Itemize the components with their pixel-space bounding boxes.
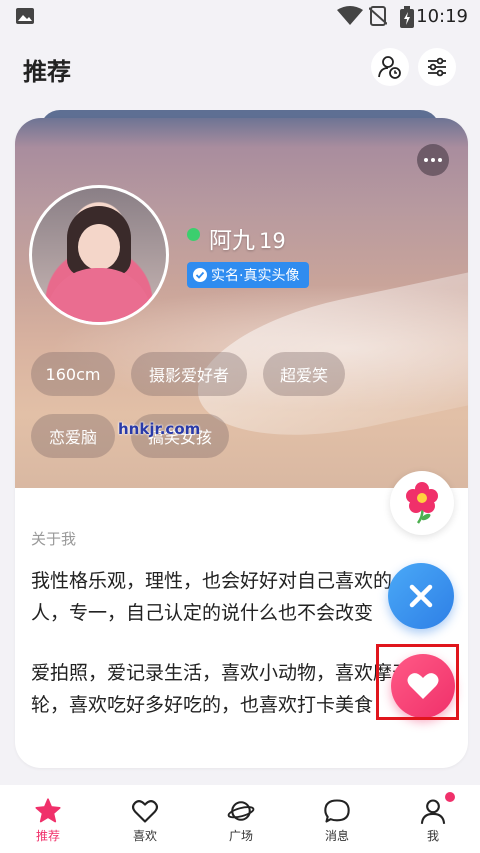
about-section: 关于我 我性格乐观，理性，也会好好对自己喜欢的 人，专一，自己认定的说什么也不会… [15, 488, 468, 768]
profile-background-photo: 阿九 19 实名·真实头像 160cm 摄影爱好者 超爱笑 恋爱脑 搞笑女孩 [15, 118, 468, 488]
header: 推荐 [0, 34, 480, 104]
verification-badge: 实名·真实头像 [187, 262, 310, 288]
tag-item: 超爱笑 [263, 352, 345, 396]
tag-item: 160cm [31, 352, 115, 396]
profile-name-text: 阿九 [209, 228, 255, 254]
nav-label: 我 [426, 829, 439, 843]
status-time: 10:19 [416, 6, 468, 27]
nav-item-likes[interactable]: 喜欢 [97, 785, 193, 853]
visitor-history-button[interactable] [371, 48, 409, 86]
bottom-nav: 推荐 喜欢 广场 消息 我 [0, 785, 480, 853]
about-label: 关于我 [31, 530, 77, 548]
verification-text: 实名·真实头像 [211, 268, 300, 284]
wifi-icon [337, 6, 363, 25]
highlight-box [376, 644, 459, 720]
profile-age: 19 [259, 229, 286, 253]
image-icon [16, 8, 34, 24]
flower-icon [406, 482, 438, 524]
no-sim-icon [369, 6, 387, 26]
person-icon [420, 799, 446, 824]
tag-item: 摄影爱好者 [131, 352, 247, 396]
sliders-icon [428, 57, 446, 77]
nav-item-square[interactable]: 广场 [193, 785, 289, 853]
battery-icon [400, 6, 414, 28]
status-bar: 10:19 [0, 0, 480, 34]
notification-dot [445, 792, 455, 802]
person-clock-icon [378, 56, 401, 79]
verified-check-icon [193, 268, 207, 282]
nav-item-me[interactable]: 我 [385, 785, 480, 853]
nav-item-recommend[interactable]: 推荐 [0, 785, 96, 853]
send-flower-button[interactable] [390, 471, 454, 535]
nav-label: 广场 [228, 829, 253, 843]
more-options-button[interactable] [417, 144, 449, 176]
nav-item-messages[interactable]: 消息 [289, 785, 385, 853]
dislike-button[interactable] [388, 563, 454, 629]
chat-icon [324, 799, 350, 823]
tag-item: 恋爱脑 [31, 414, 115, 458]
filter-button[interactable] [418, 48, 456, 86]
heart-icon [131, 800, 159, 823]
avatar[interactable] [29, 185, 169, 325]
star-icon [35, 798, 61, 823]
close-icon [409, 584, 433, 608]
online-status-dot [187, 228, 200, 241]
nav-label: 喜欢 [132, 829, 157, 843]
nav-label: 消息 [324, 829, 349, 843]
profile-name: 阿九 19 [209, 221, 286, 255]
page-title: 推荐 [23, 58, 71, 86]
planet-icon [227, 801, 255, 821]
nav-label: 推荐 [35, 829, 60, 843]
watermark-text: hnkjr.com [118, 420, 201, 438]
